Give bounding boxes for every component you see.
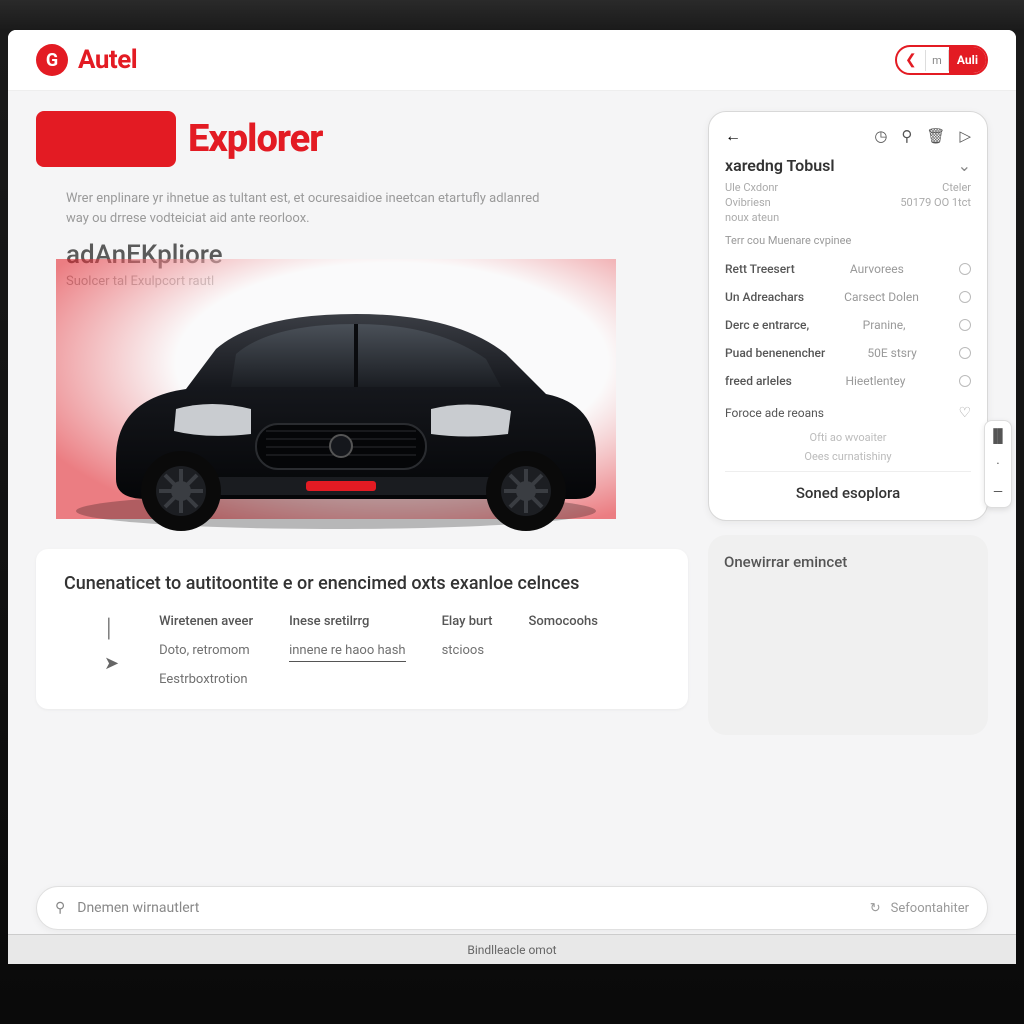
refresh-icon[interactable]: ↻ bbox=[870, 901, 881, 916]
spec-r2c2: stcioos bbox=[442, 643, 493, 658]
meta-r2: 50179 OO 1tct bbox=[900, 196, 971, 209]
line-icon[interactable]: ― bbox=[989, 483, 1007, 501]
meta-l3: noux ateun bbox=[725, 211, 779, 224]
header-pill[interactable]: ❮ m Auli bbox=[895, 45, 988, 75]
app-header: G Autel ❮ m Auli bbox=[8, 30, 1016, 91]
page-title: Explorer bbox=[188, 117, 322, 161]
cfg-row-4[interactable]: freed arleles Hieetlentey bbox=[725, 367, 971, 395]
spec-head-0: Wiretenen aveer bbox=[159, 614, 253, 629]
specs-title: Cunenaticet to autitoontite e or enencim… bbox=[64, 571, 660, 596]
clock-icon[interactable]: ◷ bbox=[874, 127, 887, 145]
cfg-label-1: Un Adreachars bbox=[725, 290, 804, 304]
dot-icon[interactable]: · bbox=[989, 455, 1007, 473]
cfg-val-0: Aurvorees bbox=[850, 262, 904, 276]
config-panel-title: xaredng Tobusl bbox=[725, 156, 835, 175]
status-bar: Bindlleacle omot bbox=[8, 934, 1016, 964]
spec-r3c0: Eestrboxtrotion bbox=[159, 672, 253, 687]
secondary-panel-title: Onewirrar emincet bbox=[724, 553, 972, 571]
meta-l2: Ovibriesn bbox=[725, 196, 771, 209]
search-icon[interactable]: ⚲ bbox=[901, 127, 912, 145]
cfg-row-3[interactable]: Puad benenencher 50E stsry bbox=[725, 339, 971, 367]
cfg-row-1[interactable]: Un Adreachars Carsect Dolen bbox=[725, 283, 971, 311]
cfg-label-0: Rett Treesert bbox=[725, 262, 795, 276]
send-icon: ➤ bbox=[104, 653, 119, 674]
intro-text: Wrer enplinare yr ihnetue as tultant est… bbox=[66, 189, 546, 228]
cfg-label-3: Puad benenencher bbox=[725, 346, 825, 360]
bar-icon: │ bbox=[104, 618, 119, 639]
camera-icon[interactable]: ▐▌ bbox=[989, 427, 1007, 445]
spec-head-2: Elay burt bbox=[442, 614, 493, 629]
spec-r2c0: Doto, retromom bbox=[159, 643, 253, 658]
sidebar: ← ◷ ⚲ 🗑 ▷ xaredng Tobusl ⌄ Ule Cxdonr bbox=[708, 111, 988, 895]
brand[interactable]: G Autel bbox=[36, 44, 137, 76]
title-badge bbox=[36, 111, 176, 167]
radio-icon[interactable] bbox=[959, 319, 971, 331]
cfg-label-2: Derc e entrarce, bbox=[725, 318, 809, 332]
config-panel: ← ◷ ⚲ 🗑 ▷ xaredng Tobusl ⌄ Ule Cxdonr bbox=[708, 111, 988, 521]
chevron-left-icon[interactable]: ❮ bbox=[897, 52, 925, 68]
search-icon: ⚲ bbox=[55, 900, 65, 916]
cfg-val-1: Carsect Dolen bbox=[844, 290, 919, 304]
secondary-panel: Onewirrar emincet bbox=[708, 535, 988, 735]
back-arrow-icon[interactable]: ← bbox=[725, 126, 741, 146]
tiny-2: Oees curnatishiny bbox=[725, 450, 971, 463]
floating-toolbar: ▐▌ · ― bbox=[984, 420, 1012, 508]
radio-icon[interactable] bbox=[959, 375, 971, 387]
header-actions: ❮ m Auli bbox=[895, 45, 988, 75]
chevron-down-icon[interactable]: ⌄ bbox=[958, 156, 971, 175]
brand-logo-icon: G bbox=[36, 44, 68, 76]
meta-l1: Ule Cxdonr bbox=[725, 181, 778, 194]
cfg-row-2[interactable]: Derc e entrarce, Pranine, bbox=[725, 311, 971, 339]
meta-r1: Cteler bbox=[942, 181, 971, 194]
search-placeholder: Dnemen wirnautlert bbox=[77, 900, 199, 916]
vehicle-image bbox=[56, 259, 616, 539]
panel-cta-button[interactable]: Soned esoplora bbox=[725, 471, 971, 506]
config-hint: Terr cou Muenare cvpinee bbox=[725, 234, 971, 247]
header-pill-mid: m bbox=[925, 50, 949, 71]
specs-section: Cunenaticet to autitoontite e or enencim… bbox=[36, 549, 688, 709]
heart-icon[interactable]: ♡ bbox=[958, 405, 971, 421]
tiny-1: Ofti ao wvoaiter bbox=[725, 431, 971, 444]
status-text: Bindlleacle omot bbox=[467, 943, 556, 957]
cfg-val-3: 50E stsry bbox=[867, 346, 916, 360]
cfg-row-0[interactable]: Rett Treesert Aurvorees bbox=[725, 255, 971, 283]
cfg-label-4: freed arleles bbox=[725, 374, 792, 388]
spec-head-1: Inese sretilrrg bbox=[289, 614, 406, 629]
brand-name: Autel bbox=[78, 45, 137, 75]
cfg-footer-label: Foroce ade reoans bbox=[725, 406, 824, 420]
play-icon[interactable]: ▷ bbox=[959, 127, 971, 145]
main-content: Explorer Wrer enplinare yr ihnetue as tu… bbox=[36, 111, 688, 895]
spec-r2c1: innene re haoo hash bbox=[289, 643, 406, 662]
radio-icon[interactable] bbox=[959, 347, 971, 359]
cfg-val-2: Pranine, bbox=[863, 318, 906, 332]
cfg-val-4: Hieetlentey bbox=[845, 374, 905, 388]
search-bar[interactable]: ⚲ Dnemen wirnautlert ↻ Sefoontahiter bbox=[36, 886, 988, 930]
trash-icon[interactable]: 🗑 bbox=[926, 127, 945, 145]
search-right-label: Sefoontahiter bbox=[891, 901, 969, 916]
header-pill-tag: Auli bbox=[949, 47, 986, 73]
radio-icon[interactable] bbox=[959, 263, 971, 275]
radio-icon[interactable] bbox=[959, 291, 971, 303]
spec-head-3: Somocoohs bbox=[529, 614, 598, 629]
